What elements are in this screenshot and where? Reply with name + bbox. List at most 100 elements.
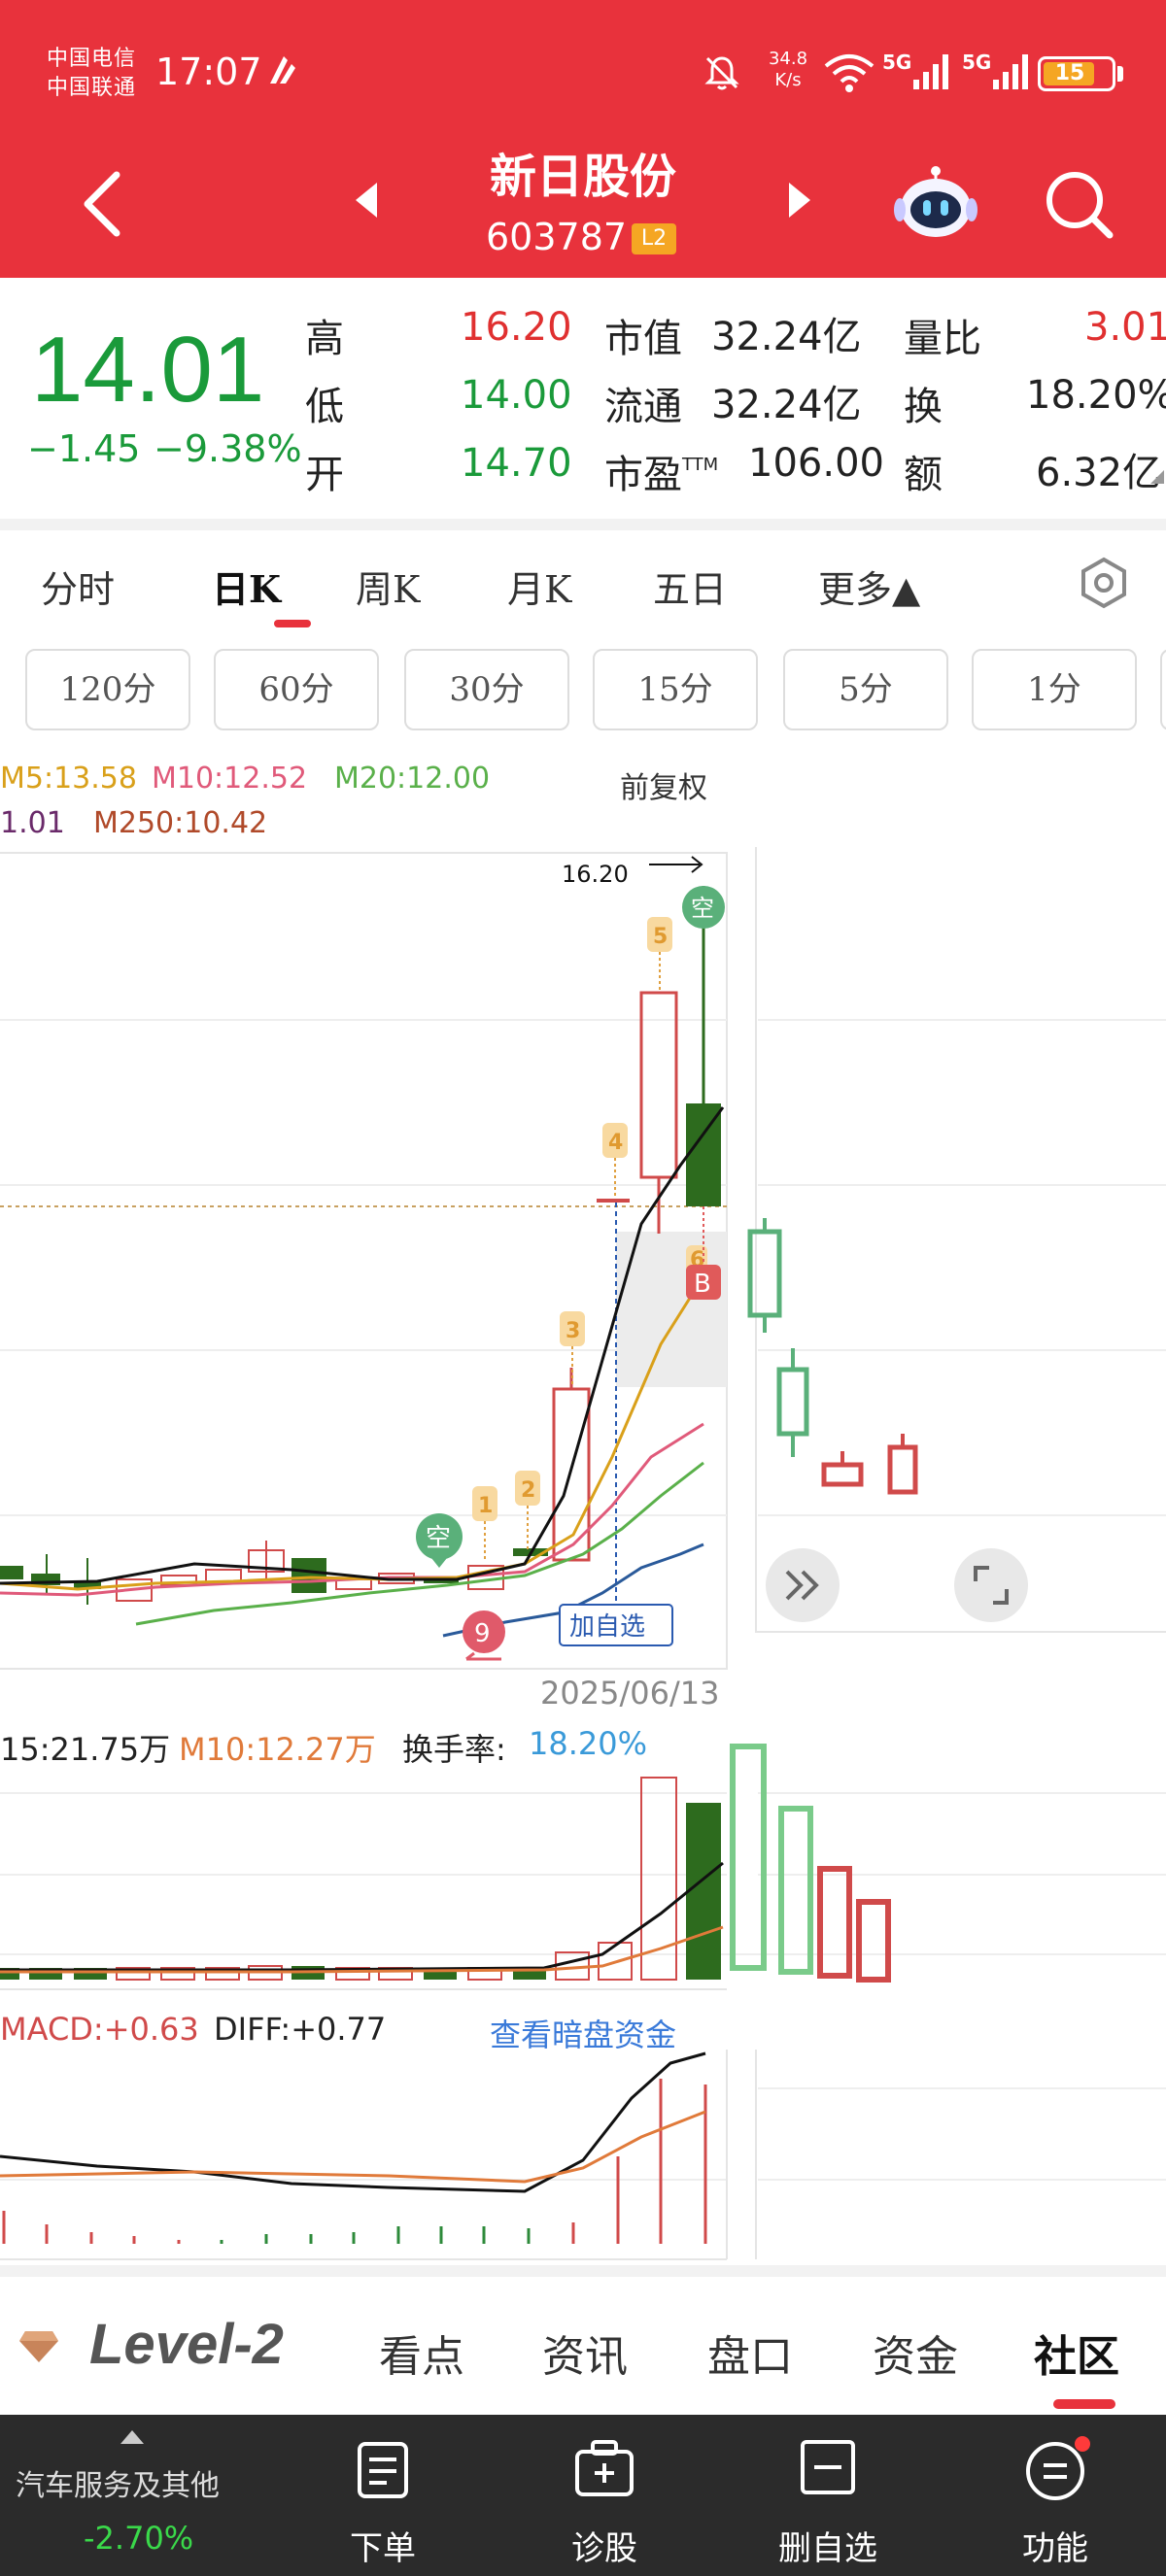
value-low: 14.00 [461, 373, 572, 418]
ma5-legend: M5:13.58 [0, 762, 137, 796]
candle [292, 1558, 326, 1593]
signal-kong-text-2: 空 [426, 1524, 451, 1553]
tab-news[interactable]: 资讯 [542, 2322, 628, 2384]
divider [0, 519, 1166, 530]
menu-circle-icon [1026, 2436, 1090, 2500]
grid-lines [0, 1019, 1166, 1516]
battery-tip [1117, 66, 1123, 82]
label-market-cap: 市值 [604, 317, 682, 361]
signal-2: 5G [962, 51, 1036, 93]
forecast-frame [755, 847, 1166, 1633]
minute-button-120[interactable]: 120分 [25, 649, 190, 730]
caret-up-icon[interactable] [119, 2428, 146, 2446]
tab-intraday[interactable]: 分时 [41, 559, 115, 613]
dea-line [0, 2110, 706, 2184]
diff-line [0, 2051, 706, 2193]
minute-button-15[interactable]: 15分 [593, 649, 758, 730]
value-float-cap: 32.24亿 [711, 383, 862, 427]
net-speed: 34.8 K/s [764, 49, 812, 91]
back-button[interactable] [74, 169, 132, 239]
tab-daily-k[interactable]: 日K [212, 559, 281, 613]
minute-button-30[interactable]: 30分 [404, 649, 569, 730]
diff-value: DIFF:+0.77 [214, 2011, 387, 2048]
minute-button-1[interactable]: 1分 [972, 649, 1137, 730]
app-logo-icon [270, 56, 295, 84]
active-tab-underline [1053, 2399, 1115, 2409]
tab-more[interactable]: 更多▲ [818, 559, 920, 613]
minute-button-60[interactable]: 60分 [214, 649, 379, 730]
signal-nine[interactable]: 9 [463, 1610, 505, 1661]
label-pe: 市盈TTM [604, 443, 718, 499]
stock-name: 新日股份 [489, 150, 676, 204]
label-turnover: 换 [904, 385, 943, 429]
tab-community[interactable]: 社区 [1034, 2322, 1119, 2384]
battery-level: 15 [1054, 61, 1085, 85]
remove-watchlist-label: 删自选 [778, 2529, 877, 2568]
value-open: 14.70 [461, 441, 572, 486]
signal-b-text: B [694, 1270, 711, 1299]
label-float-cap: 流通 [604, 385, 682, 429]
step-label-2: 2 [521, 1478, 535, 1503]
diagnose-label: 诊股 [571, 2529, 637, 2568]
mute-bell-icon [704, 56, 739, 90]
volume-bars [0, 1777, 721, 1981]
tab-funds[interactable]: 资金 [873, 2322, 958, 2384]
macd-histogram [2, 2079, 707, 2244]
sector-name[interactable]: 汽车服务及其他 [16, 2461, 220, 2504]
ma-black-line [0, 1106, 725, 1585]
price-change-pct: −9.38% [154, 427, 302, 470]
forecast-candle [747, 1229, 782, 1318]
volume-chart[interactable] [0, 1710, 1166, 1991]
value-high: 16.20 [461, 305, 572, 350]
functions-button[interactable]: 功能 [977, 2415, 1133, 2576]
forecast-candles [747, 1218, 918, 1495]
ma20-legend: M20:12.00 [334, 762, 491, 796]
kline-chart[interactable]: 16.20 1 2 3 4 5 6 空 空 B 9 加自选 [0, 847, 1166, 1673]
level2-logo[interactable]: Level-2 [89, 2312, 284, 2377]
add-watchlist-tag[interactable]: 加自选 [559, 1604, 673, 1646]
step-label-1: 1 [478, 1494, 493, 1518]
forecast-candle [821, 1462, 864, 1487]
value-market-cap: 32.24亿 [711, 315, 862, 359]
forecast-candle [887, 1444, 918, 1495]
signal-1-label: 5G [882, 51, 912, 74]
current-price: 14.01 [31, 318, 265, 422]
minute-button-5[interactable]: 5分 [783, 649, 948, 730]
carrier-1: 中国电信 [47, 47, 137, 71]
minus-square-icon [801, 2440, 855, 2494]
minute-button-more[interactable] [1160, 649, 1166, 730]
tab-order-book[interactable]: 盘口 [707, 2322, 793, 2384]
order-button[interactable]: 下单 [305, 2415, 461, 2576]
adjust-mode[interactable]: 前复权 [620, 763, 707, 806]
forecast-candle [776, 1367, 809, 1437]
settings-icon[interactable] [1077, 556, 1131, 610]
search-icon[interactable] [1042, 167, 1115, 241]
tab-weekly-k[interactable]: 周K [356, 559, 420, 613]
diagnose-button[interactable]: 诊股 [527, 2415, 682, 2576]
label-pe-text: 市盈 [604, 453, 682, 497]
ma5-line [0, 1275, 705, 1591]
tab-five-day[interactable]: 五日 [653, 559, 727, 613]
fullscreen-button[interactable] [954, 1548, 1028, 1622]
signal-bars-icon [993, 54, 1028, 89]
sector-change: -2.70% [84, 2520, 194, 2557]
value-turnover: 18.20% [1026, 373, 1166, 418]
macd-chart[interactable] [0, 2050, 1166, 2263]
forecast-volume-bars [730, 1744, 891, 1983]
tab-monthly-k[interactable]: 月K [507, 559, 571, 613]
expand-forecast-button[interactable] [766, 1548, 840, 1622]
remove-watchlist-button[interactable]: 删自选 [750, 2415, 906, 2576]
signal-kong-left[interactable]: 空 [416, 1513, 463, 1568]
prev-stock-button[interactable] [352, 181, 381, 220]
signal-b[interactable]: B [686, 1265, 721, 1300]
info-tabs: Level-2 看点 资讯 盘口 资金 社区 [0, 2277, 1166, 2413]
label-high: 高 [305, 317, 344, 361]
next-stock-button[interactable] [785, 181, 814, 220]
bottom-action-bar: 汽车服务及其他 -2.70% 下单 诊股 删自选 功能 [0, 2415, 1166, 2576]
robot-icon[interactable] [894, 163, 977, 241]
quote-panel: 14.01 −1.45 −9.38% 高 16.20 市值 32.24亿 量比 … [0, 278, 1166, 517]
signal-kong-top[interactable]: 空 [682, 886, 725, 929]
tab-highlights[interactable]: 看点 [379, 2322, 464, 2384]
chart-date: 2025/06/13 [540, 1675, 720, 1712]
diagnose-icon [575, 2440, 634, 2496]
